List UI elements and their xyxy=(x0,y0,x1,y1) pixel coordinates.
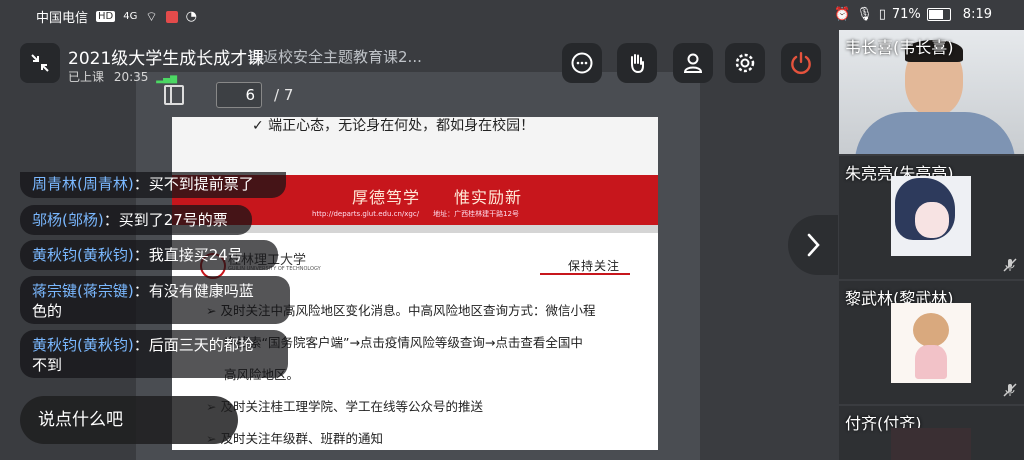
avatar-face xyxy=(915,202,949,238)
mic-muted-icon xyxy=(1003,383,1017,397)
chat-message: 黄秋钧(黄秋钧)：后面三天的都抢 不到 xyxy=(20,330,288,378)
section-underline xyxy=(540,273,630,275)
leave-button[interactable] xyxy=(781,43,821,83)
hd-chip: HD xyxy=(96,11,116,22)
status-bar: 中国电信 HD 4G ⌔ ◔ ⏰ 🎙 ▯ 71% 8:19 xyxy=(0,0,1024,30)
person-body xyxy=(855,112,1015,154)
page-total: / 7 xyxy=(274,86,294,104)
status-right: ⏰ 🎙 ▯ 71% 8:19 xyxy=(834,7,992,22)
collapse-arrows-icon xyxy=(31,54,49,72)
power-icon xyxy=(791,52,811,75)
class-status: 已上课 20:35 ▂▄▆ xyxy=(68,68,177,85)
settings-button[interactable] xyxy=(725,43,765,83)
avatar-hair xyxy=(913,313,949,347)
chat-bubble-icon xyxy=(571,52,593,74)
mic-muted-icon xyxy=(1003,258,1017,272)
chevron-right-icon xyxy=(807,233,820,257)
slide-top-line: ✓ 端正心态，无论身在何处，都如身在校园！ xyxy=(252,118,535,134)
battery-icon xyxy=(926,8,951,21)
participant-avatar xyxy=(891,176,971,256)
next-panel-button[interactable] xyxy=(788,215,838,275)
battery-percent: 71% xyxy=(891,7,921,22)
vibrate-icon: ▯ xyxy=(878,7,886,22)
chat-sender: 黄秋钧(黄秋钧) xyxy=(32,246,134,264)
chat-text-cont: 不到 xyxy=(32,356,63,374)
signal-label: 4G xyxy=(123,11,138,22)
chat-input[interactable]: 说点什么吧 xyxy=(20,396,238,444)
chat-message: 周青林(周青林)：买不到提前票了 xyxy=(20,172,286,198)
clock: 8:19 xyxy=(962,7,992,22)
wifi-icon: ⌔ xyxy=(145,9,158,25)
alarm-icon: ⏰ xyxy=(834,7,851,22)
chat-text: ：买不到提前票了 xyxy=(133,175,254,193)
raise-hand-button[interactable] xyxy=(617,43,657,83)
chat-sender: 蒋宗键(蒋宗键) xyxy=(32,282,134,300)
raise-hand-icon xyxy=(631,54,644,74)
avatar-dress xyxy=(915,345,947,379)
app-icon: ◔ xyxy=(185,9,197,24)
participant-avatar xyxy=(891,428,971,460)
minimize-button[interactable] xyxy=(20,43,60,83)
page-number-input[interactable]: 6 xyxy=(216,82,262,108)
class-title: 2021级大学生成长成才课 xyxy=(68,49,265,69)
class-status-label: 已上课 xyxy=(68,70,105,84)
banner-url: http://departs.glut.edu.cn/xgc/ 地址：广西桂林建… xyxy=(312,210,519,218)
chat-sender: 黄秋钧(黄秋钧) xyxy=(32,336,134,354)
participant-tile[interactable]: 付齐(付齐) xyxy=(839,406,1024,460)
chat-message: 黄秋钧(黄秋钧)：我直接买24号 xyxy=(20,240,278,270)
mic-icon: 🎙 xyxy=(856,7,873,22)
chat-message: 邬杨(邬杨)：买到了27号的票 xyxy=(20,205,252,235)
chat-button[interactable] xyxy=(562,43,602,83)
section-label: 保持关注 xyxy=(568,259,621,273)
chat-text: ：买到了27号的票 xyxy=(103,211,228,229)
participant-tile[interactable]: 朱亮亮(朱亮亮) xyxy=(839,156,1024,279)
chat-text-cont: 色的 xyxy=(32,302,63,320)
network-quality-icon: ▂▄▆ xyxy=(156,74,178,84)
chat-message: 蒋宗键(蒋宗键)：有没有健康吗蓝 色的 xyxy=(20,276,290,324)
bullet-line: ➢ 及时关注桂工理学院、学工在线等公众号的推送 xyxy=(206,399,483,414)
carrier-label: 中国电信 xyxy=(36,11,89,26)
chat-text: ：我直接买24号 xyxy=(133,246,243,264)
participant-tile[interactable]: 韦长喜(韦长喜) xyxy=(839,30,1024,154)
chat-text: ：后面三天的都抢 xyxy=(133,336,254,354)
elapsed-time: 20:35 xyxy=(113,70,149,84)
chat-sender: 周青林(周青林) xyxy=(32,175,134,193)
participant-tile[interactable]: 黎武林(黎武林) xyxy=(839,281,1024,404)
person-icon xyxy=(683,53,703,73)
chat-text: ：有没有健康吗蓝 xyxy=(133,282,254,300)
banner-title: 厚德笃学 惟实励新 xyxy=(352,188,523,207)
sidebar-toggle-icon[interactable] xyxy=(164,85,184,105)
members-button[interactable] xyxy=(673,43,713,83)
gear-icon xyxy=(735,53,755,73)
participant-avatar xyxy=(891,303,971,383)
participant-name: 韦长喜(韦长喜) xyxy=(845,38,954,57)
status-left: 中国电信 HD 4G ⌔ ◔ xyxy=(36,7,197,26)
background-title: 期返校安全主题教育课2... xyxy=(248,48,422,66)
notification-icon xyxy=(165,10,178,23)
chat-sender: 邬杨(邬杨) xyxy=(32,211,104,229)
